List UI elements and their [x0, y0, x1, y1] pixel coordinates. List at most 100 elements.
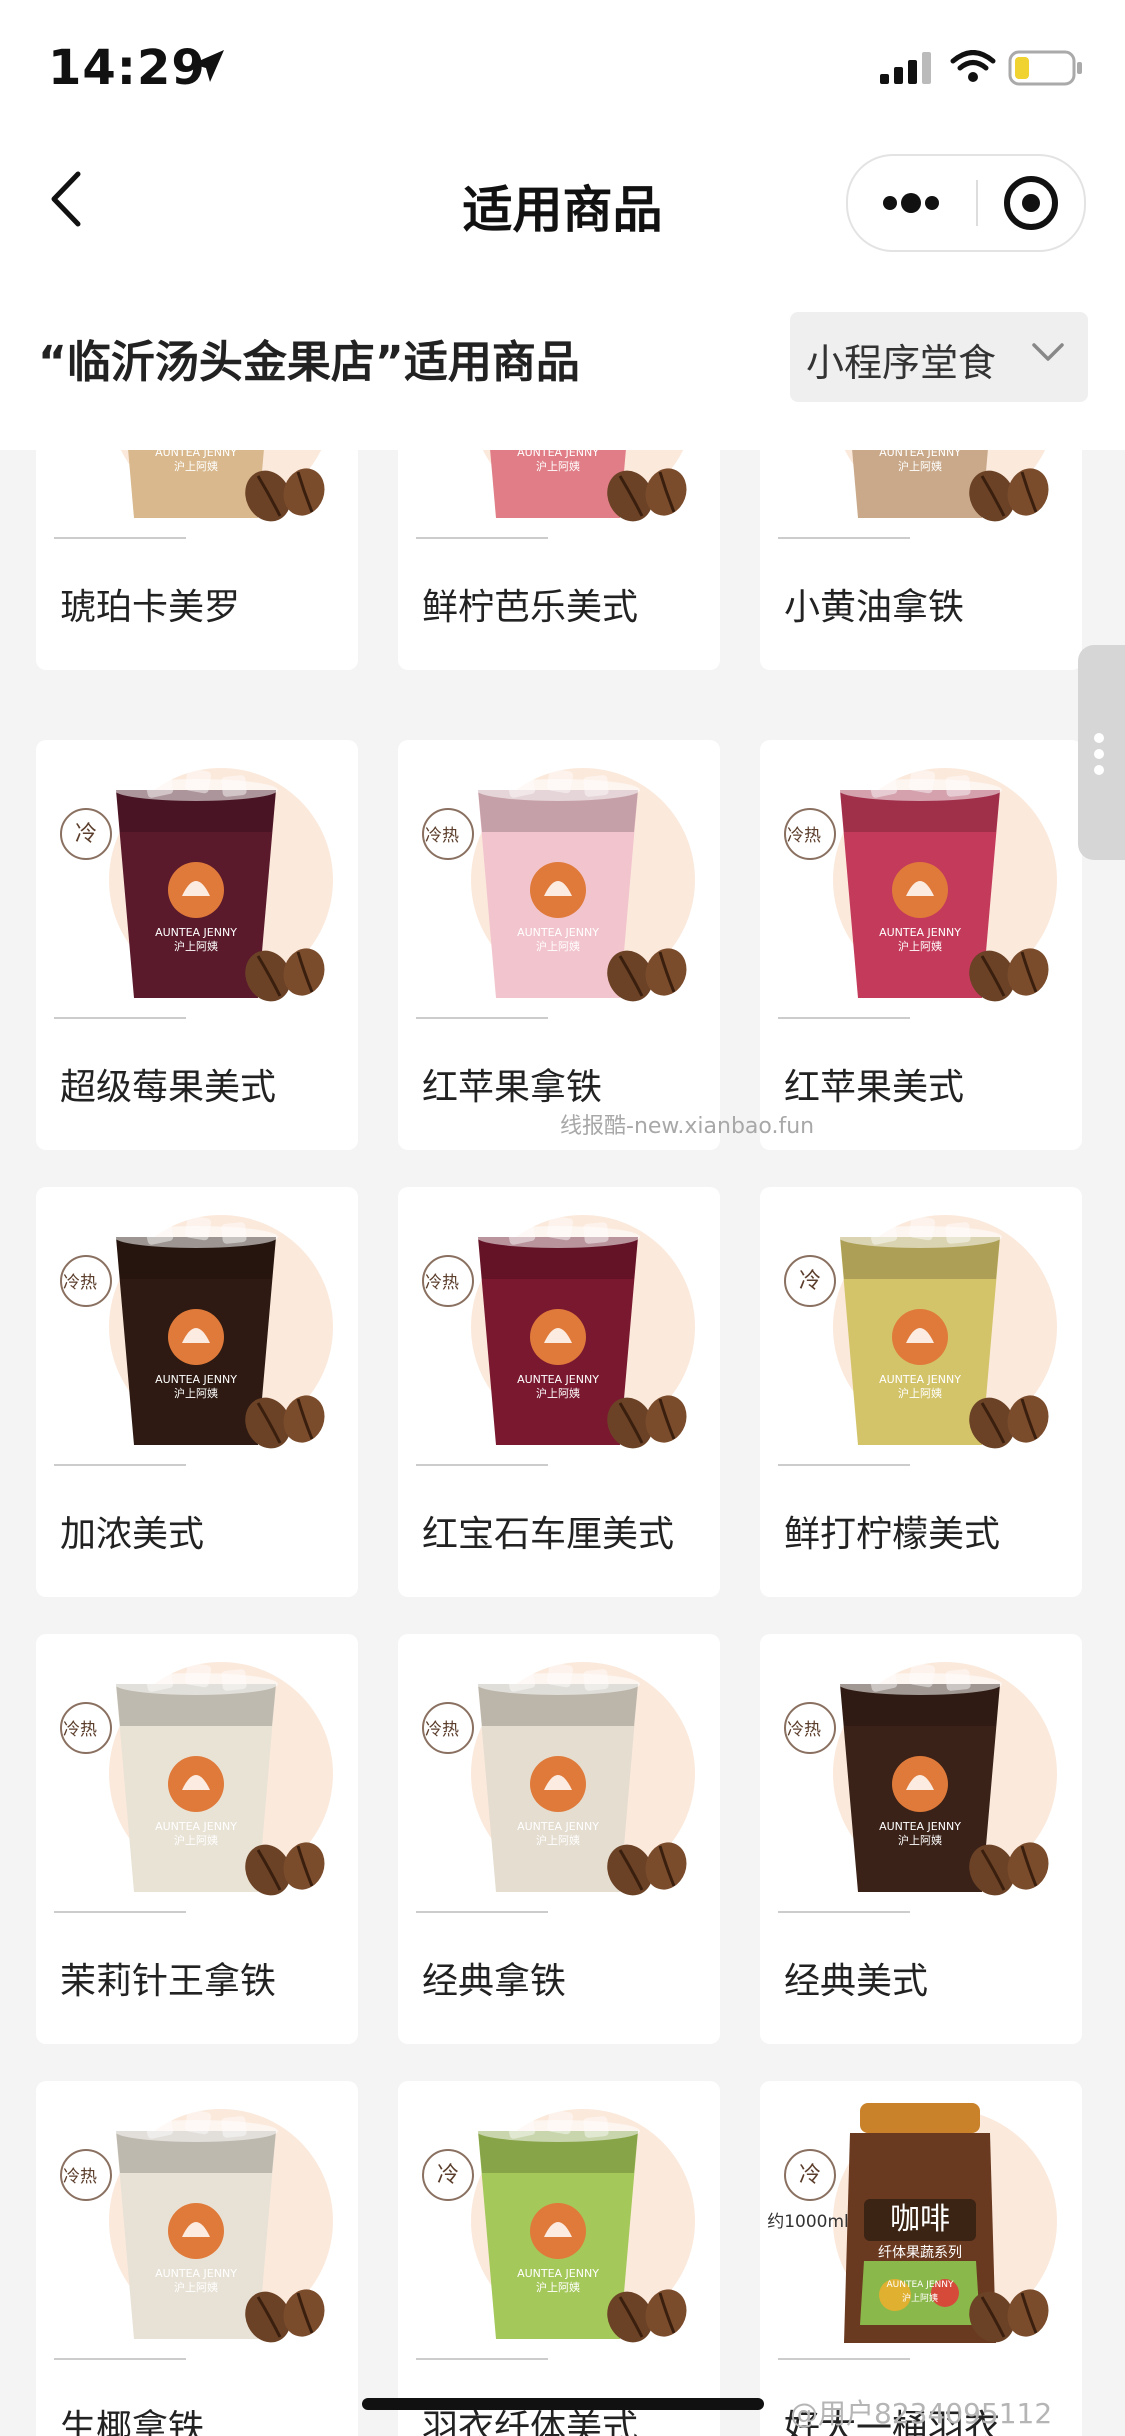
- product-card[interactable]: AUNTEA JENNY 沪上阿姨 冷热 红苹果美式: [760, 740, 1082, 1150]
- product-name: 加浓美式: [60, 1514, 205, 1555]
- brand-cn-text: 沪上阿姨: [898, 1386, 942, 1400]
- brand-cn-text: 沪上阿姨: [536, 459, 580, 473]
- wifi-icon: [950, 50, 996, 82]
- product-name: 鲜打柠檬美式: [784, 1514, 1001, 1555]
- battery-icon: [1008, 50, 1082, 86]
- product-image: AUNTEA JENNY沪上阿姨 冷热: [54, 2109, 333, 2360]
- brand-text: AUNTEA JENNY: [879, 1373, 961, 1386]
- product-image: AUNTEA JENNY沪上阿姨: [54, 450, 325, 539]
- handle-dot: [1094, 749, 1104, 759]
- cellular-signal-icon: [880, 52, 931, 84]
- temperature-tag-label: 冷热: [787, 826, 821, 846]
- temperature-tag-label: 冷热: [63, 1273, 97, 1293]
- scene-dropdown-label: 小程序堂食: [806, 341, 997, 385]
- product-image: AUNTEA JENNY沪上阿姨 冷热: [778, 768, 1057, 1019]
- more-button[interactable]: [848, 156, 974, 250]
- product-card[interactable]: AUNTEA JENNY 沪上阿姨 冷热 经典拿铁: [398, 1634, 720, 2044]
- brand-text: AUNTEA JENNY: [155, 926, 237, 939]
- product-grid: AUNTEA JENNY 沪上阿姨 琥珀卡美罗 AUNTEA JENNY 沪上阿姨 鲜柠芭…: [0, 450, 1125, 2436]
- brand-cn-text: 沪上阿姨: [536, 939, 580, 953]
- status-bar: 14:29: [0, 0, 1125, 130]
- product-image: AUNTEA JENNY沪上阿姨 冷: [778, 1215, 1057, 1466]
- store-header: “临沂汤头金果店”适用商品 小程序堂食: [0, 270, 1125, 450]
- product-card[interactable]: AUNTEA JENNY 沪上阿姨 冷超级莓果美式: [36, 740, 358, 1150]
- product-card[interactable]: AUNTEA JENNY 沪上阿姨 冷鲜打柠檬美式: [760, 1187, 1082, 1597]
- product-name: 红宝石车厘美式: [422, 1514, 675, 1555]
- temperature-tag-label: 冷热: [425, 1273, 459, 1293]
- product-image: AUNTEA JENNY沪上阿姨 冷热: [416, 1662, 695, 1913]
- brand-text: AUNTEA JENNY: [517, 2267, 599, 2280]
- brand-cn-text: 沪上阿姨: [174, 1386, 218, 1400]
- product-image: AUNTEA JENNY沪上阿姨 冷热: [54, 1215, 333, 1466]
- volume-note: 约1000ml: [767, 2212, 849, 2232]
- brand-text: AUNTEA JENNY: [155, 1820, 237, 1833]
- product-name: 鲜柠芭乐美式: [422, 587, 639, 628]
- brand-cn-text: 沪上阿姨: [536, 1386, 580, 1400]
- brand-cn-text: 沪上阿姨: [174, 1833, 218, 1847]
- product-name: 琥珀卡美罗: [60, 587, 241, 628]
- product-card[interactable]: AUNTEA JENNY 沪上阿姨鲜柠芭乐美式: [398, 450, 720, 670]
- product-card[interactable]: AUNTEA JENNY 沪上阿姨 冷热茉莉针王拿铁: [36, 1634, 358, 2044]
- brand-text: AUNTEA JENNY: [879, 926, 961, 939]
- brand-cn-text: 沪上阿姨: [174, 2280, 218, 2294]
- product-image: AUNTEA JENNY沪上阿姨 冷热: [416, 1215, 695, 1466]
- product-card[interactable]: AUNTEA JENNY 沪上阿姨 冷热红宝石车厘美式: [398, 1187, 720, 1597]
- brand-text: AUNTEA JENNY: [517, 450, 599, 459]
- product-name: 红苹果拿铁: [422, 1067, 603, 1108]
- bottle-sub-label: 纤体果蔬系列: [878, 2245, 962, 2261]
- navigation-bar: 适用商品: [0, 130, 1125, 270]
- brand-text: AUNTEA JENNY: [155, 1373, 237, 1386]
- site-watermark: 线报酷-new.xianbao.fun: [560, 1114, 815, 1139]
- temperature-tag-label: 冷: [75, 822, 97, 847]
- temperature-tag-label: 冷热: [787, 1720, 821, 1740]
- scene-dropdown[interactable]: 小程序堂食: [790, 312, 1088, 402]
- brand-cn-text: 沪上阿姨: [902, 2292, 938, 2304]
- product-name: 经典拿铁: [422, 1961, 567, 2002]
- close-miniprogram-button[interactable]: [978, 156, 1084, 250]
- brand-cn-text: 沪上阿姨: [898, 1833, 942, 1847]
- product-card[interactable]: AUNTEA JENNY 沪上阿姨 冷热 红苹果拿铁: [398, 740, 720, 1150]
- brand-text: AUNTEA JENNY: [517, 1373, 599, 1386]
- product-name: 生椰拿铁: [60, 2408, 205, 2436]
- more-dots-icon: [883, 193, 939, 213]
- product-image: AUNTEA JENNY沪上阿姨 冷: [416, 2109, 695, 2360]
- store-title: “临沂汤头金果店”适用商品: [38, 337, 580, 388]
- product-image: AUNTEA JENNY沪上阿姨 冷热: [778, 1662, 1057, 1913]
- product-card[interactable]: 咖啡 纤体果蔬系列 AUNTEA JENNY 沪上阿姨冷约1000ml 好大一桶羽衣: [760, 2081, 1082, 2436]
- temperature-tag-label: 冷热: [63, 2167, 97, 2187]
- home-indicator: [362, 2398, 764, 2410]
- brand-cn-text: 沪上阿姨: [898, 939, 942, 953]
- brand-text: AUNTEA JENNY: [879, 1820, 961, 1833]
- product-image: 咖啡纤体果蔬系列 AUNTEA JENNY 沪上阿姨 冷约1000ml: [767, 2103, 1057, 2360]
- product-image: AUNTEA JENNY沪上阿姨 冷热: [54, 1662, 333, 1913]
- side-drawer-handle[interactable]: [1078, 645, 1125, 860]
- product-name: 超级莓果美式: [60, 1067, 277, 1108]
- brand-text: AUNTEA JENNY: [887, 2280, 954, 2290]
- brand-cn-text: 沪上阿姨: [898, 459, 942, 473]
- product-name: 茉莉针王拿铁: [60, 1961, 277, 2002]
- handle-dot: [1094, 765, 1104, 775]
- product-image: AUNTEA JENNY沪上阿姨: [416, 450, 687, 539]
- product-image: AUNTEA JENNY沪上阿姨: [778, 450, 1049, 539]
- temperature-tag-label: 冷热: [63, 1720, 97, 1740]
- product-card[interactable]: AUNTEA JENNY 沪上阿姨 小黄油拿铁: [760, 450, 1082, 670]
- product-card[interactable]: AUNTEA JENNY 沪上阿姨 冷热生椰拿铁: [36, 2081, 358, 2436]
- product-card[interactable]: AUNTEA JENNY 沪上阿姨冷羽衣纤体美式: [398, 2081, 720, 2436]
- product-card[interactable]: AUNTEA JENNY 沪上阿姨 冷热加浓美式: [36, 1187, 358, 1597]
- brand-text: AUNTEA JENNY: [879, 450, 961, 459]
- brand-cn-text: 沪上阿姨: [536, 2280, 580, 2294]
- bottle-label: 咖啡: [890, 2202, 950, 2237]
- temperature-tag-label: 冷热: [425, 1720, 459, 1740]
- product-name: 经典美式: [784, 1961, 929, 2002]
- product-card[interactable]: AUNTEA JENNY 沪上阿姨琥珀卡美罗: [36, 450, 358, 670]
- brand-cn-text: 沪上阿姨: [536, 1833, 580, 1847]
- target-circle-icon: [1004, 176, 1058, 230]
- product-image: AUNTEA JENNY沪上阿姨 冷热: [416, 768, 695, 1019]
- temperature-tag-label: 冷: [799, 2163, 821, 2188]
- chevron-down-icon: [1032, 343, 1064, 361]
- status-time: 14:29: [48, 40, 206, 96]
- product-card[interactable]: AUNTEA JENNY 沪上阿姨 冷热经典美式: [760, 1634, 1082, 2044]
- temperature-tag-label: 冷热: [425, 826, 459, 846]
- temperature-tag-label: 冷: [437, 2163, 459, 2188]
- brand-text: AUNTEA JENNY: [155, 2267, 237, 2280]
